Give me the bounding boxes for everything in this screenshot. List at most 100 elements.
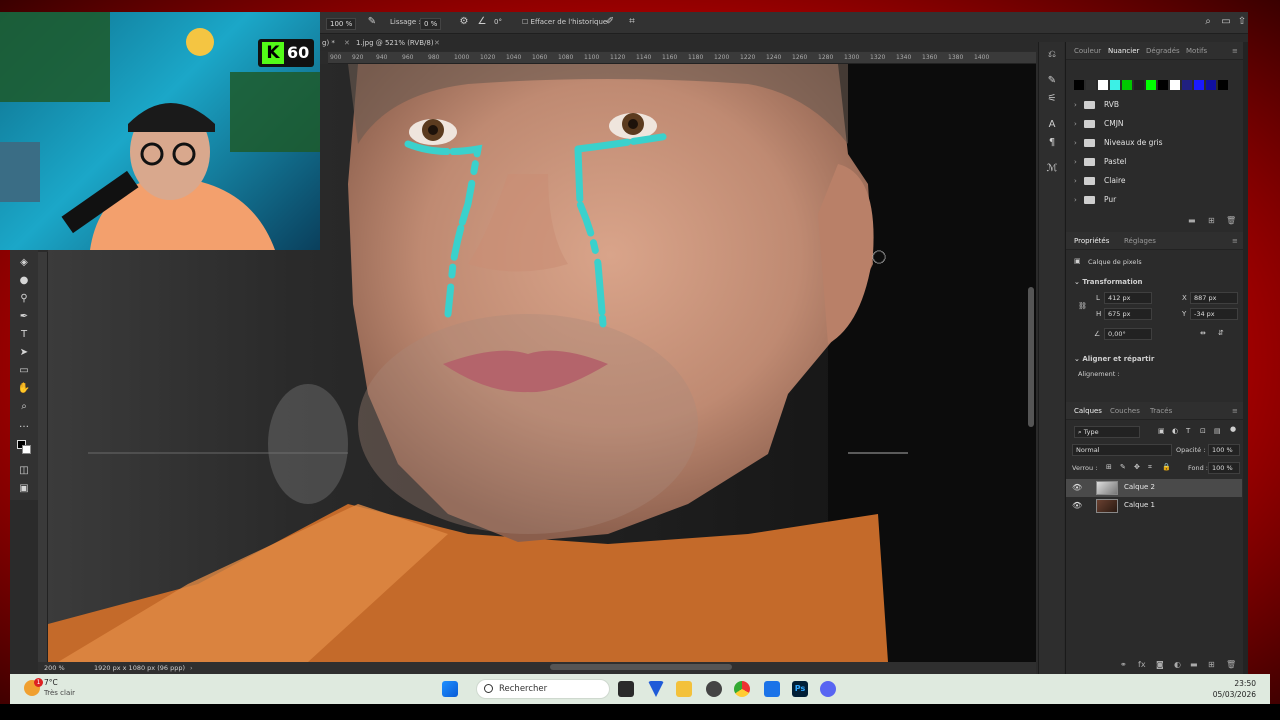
- task-view-icon[interactable]: [618, 681, 634, 697]
- path-selection-icon[interactable]: ➤: [17, 346, 31, 360]
- tab-close-icon[interactable]: ✕: [344, 39, 350, 47]
- swatch-folder[interactable]: › Claire: [1074, 174, 1234, 192]
- panel-menu-icon[interactable]: ≡: [1232, 47, 1238, 55]
- tab-nuancier[interactable]: Nuancier: [1108, 47, 1139, 55]
- lock-paint-icon[interactable]: ✎: [1120, 463, 1126, 471]
- swatch-folder[interactable]: › CMJN: [1074, 117, 1234, 135]
- gear-icon[interactable]: ⚙: [458, 16, 470, 28]
- tab-degrades[interactable]: Dégradés: [1146, 47, 1180, 55]
- y-field[interactable]: -34 px: [1190, 308, 1238, 320]
- blur-drop-icon[interactable]: ●: [17, 274, 31, 288]
- zoom-level[interactable]: 200 %: [44, 664, 65, 672]
- tab-calques[interactable]: Calques: [1074, 407, 1102, 415]
- adjustment-layer-icon[interactable]: ◐: [1174, 660, 1181, 669]
- erase-history-checkbox[interactable]: ☐ Effacer de l'historique: [522, 18, 607, 26]
- fx-icon[interactable]: fx: [1138, 660, 1146, 669]
- paragraph-icon[interactable]: ¶: [1045, 136, 1059, 150]
- panel-menu-icon[interactable]: ≡: [1232, 237, 1238, 245]
- align-section[interactable]: ⌄ Aligner et répartir: [1074, 355, 1154, 363]
- layer-row[interactable]: 👁 Calque 1: [1066, 497, 1242, 515]
- swatch[interactable]: [1074, 80, 1084, 90]
- zoom-select[interactable]: 100 %: [326, 18, 357, 30]
- swatch[interactable]: [1194, 80, 1204, 90]
- swatch[interactable]: [1098, 80, 1108, 90]
- lock-pixels-icon[interactable]: ⊞: [1106, 463, 1112, 471]
- swatch[interactable]: [1158, 80, 1168, 90]
- tab-proprietes[interactable]: Propriétés: [1074, 237, 1109, 245]
- panel-menu-icon[interactable]: ≡: [1232, 407, 1238, 415]
- link-layers-icon[interactable]: ⚭: [1120, 660, 1127, 669]
- taskbar-search[interactable]: Rechercher: [476, 679, 610, 699]
- lock-all-icon[interactable]: 🔒: [1162, 463, 1171, 471]
- history-icon[interactable]: ⎌: [1045, 48, 1059, 62]
- search-icon[interactable]: ⌕: [1202, 16, 1214, 28]
- add-swatch-icon[interactable]: ⊞: [1208, 216, 1215, 225]
- blend-mode-select[interactable]: Normal: [1072, 444, 1172, 456]
- discord-icon[interactable]: [820, 681, 836, 697]
- angle-field[interactable]: 0,00°: [1104, 328, 1152, 340]
- quick-mask-icon[interactable]: ◫: [17, 464, 31, 478]
- swatch-folder[interactable]: › RVB: [1074, 98, 1234, 116]
- lock-position-icon[interactable]: ✥: [1134, 463, 1140, 471]
- paint-bucket-icon[interactable]: ◈: [17, 256, 31, 270]
- rectangle-icon[interactable]: ▭: [17, 364, 31, 378]
- swatch[interactable]: [1110, 80, 1120, 90]
- tab-document[interactable]: 1.jpg @ 521% (RVB/8): [356, 39, 434, 47]
- tab-previous-doc[interactable]: g) *: [322, 39, 335, 47]
- swatch-folder[interactable]: › Pur: [1074, 193, 1234, 211]
- symmetry-icon[interactable]: ⌗: [626, 16, 638, 28]
- trash-icon[interactable]: 🗑: [1226, 216, 1236, 225]
- windows-start-icon[interactable]: [442, 681, 458, 697]
- zoom-icon[interactable]: ⌕: [17, 400, 31, 414]
- tab-couleur[interactable]: Couleur: [1074, 47, 1101, 55]
- tab-reglages[interactable]: Réglages: [1124, 237, 1156, 245]
- transform-section[interactable]: ⌄ Transformation: [1074, 278, 1143, 286]
- opacity-field[interactable]: 100 %: [1208, 444, 1240, 456]
- glyphs-icon[interactable]: ℳ: [1045, 162, 1059, 176]
- new-layer-icon[interactable]: ⊞: [1208, 660, 1215, 669]
- screen-mode-icon[interactable]: ▣: [17, 482, 31, 496]
- share-icon[interactable]: ⇧: [1236, 16, 1248, 28]
- layer-row[interactable]: 👁 Calque 2: [1066, 479, 1242, 497]
- filter-toggle-icon[interactable]: ●: [1230, 425, 1236, 433]
- swatch[interactable]: [1170, 80, 1180, 90]
- obs-icon[interactable]: [706, 681, 722, 697]
- angle-field[interactable]: 0°: [494, 18, 502, 26]
- swatch[interactable]: [1134, 80, 1144, 90]
- add-mask-icon[interactable]: ◙: [1156, 660, 1164, 669]
- swatch-folder[interactable]: › Niveaux de gris: [1074, 136, 1234, 154]
- tab-close-icon[interactable]: ✕: [434, 39, 440, 47]
- swatch-folder[interactable]: › Pastel: [1074, 155, 1234, 173]
- new-group-icon[interactable]: ▬: [1188, 216, 1196, 225]
- smoothing-field[interactable]: 0 %: [420, 18, 442, 30]
- adjust-icon[interactable]: ⚟: [1045, 92, 1059, 106]
- x-field[interactable]: 887 px: [1190, 292, 1238, 304]
- type-tool-icon[interactable]: T: [17, 328, 31, 342]
- swatch[interactable]: [1122, 80, 1132, 90]
- layer-filter-select[interactable]: ⌕ Type: [1074, 426, 1140, 438]
- swatch[interactable]: [1146, 80, 1156, 90]
- swatch[interactable]: [1086, 80, 1096, 90]
- filter-smart-icon[interactable]: ▤: [1214, 427, 1221, 435]
- file-explorer-icon[interactable]: [676, 681, 692, 697]
- pen-icon[interactable]: ✒: [17, 310, 31, 324]
- width-field[interactable]: 412 px: [1104, 292, 1152, 304]
- swatch[interactable]: [1206, 80, 1216, 90]
- status-arrow-icon[interactable]: ›: [190, 664, 193, 672]
- lock-artboard-icon[interactable]: ⌗: [1148, 463, 1152, 472]
- vertical-scrollbar[interactable]: [1028, 287, 1034, 427]
- color-swatches-icon[interactable]: [17, 440, 31, 454]
- fill-field[interactable]: 100 %: [1208, 462, 1240, 474]
- brush-icon[interactable]: ✎: [1045, 74, 1059, 88]
- dodge-icon[interactable]: ⚲: [17, 292, 31, 306]
- eye-icon[interactable]: 👁: [1072, 501, 1082, 510]
- filter-adjust-icon[interactable]: ◐: [1172, 427, 1178, 435]
- brush-settings-icon[interactable]: ✎: [366, 16, 378, 28]
- vlc-icon[interactable]: [648, 681, 664, 697]
- more-tools-icon[interactable]: …: [17, 418, 31, 432]
- tab-couches[interactable]: Couches: [1110, 407, 1140, 415]
- tab-motifs[interactable]: Motifs: [1186, 47, 1207, 55]
- photoshop-taskbar-icon[interactable]: Ps: [792, 681, 808, 697]
- swatch[interactable]: [1182, 80, 1192, 90]
- link-icon[interactable]: ⛓: [1078, 302, 1087, 310]
